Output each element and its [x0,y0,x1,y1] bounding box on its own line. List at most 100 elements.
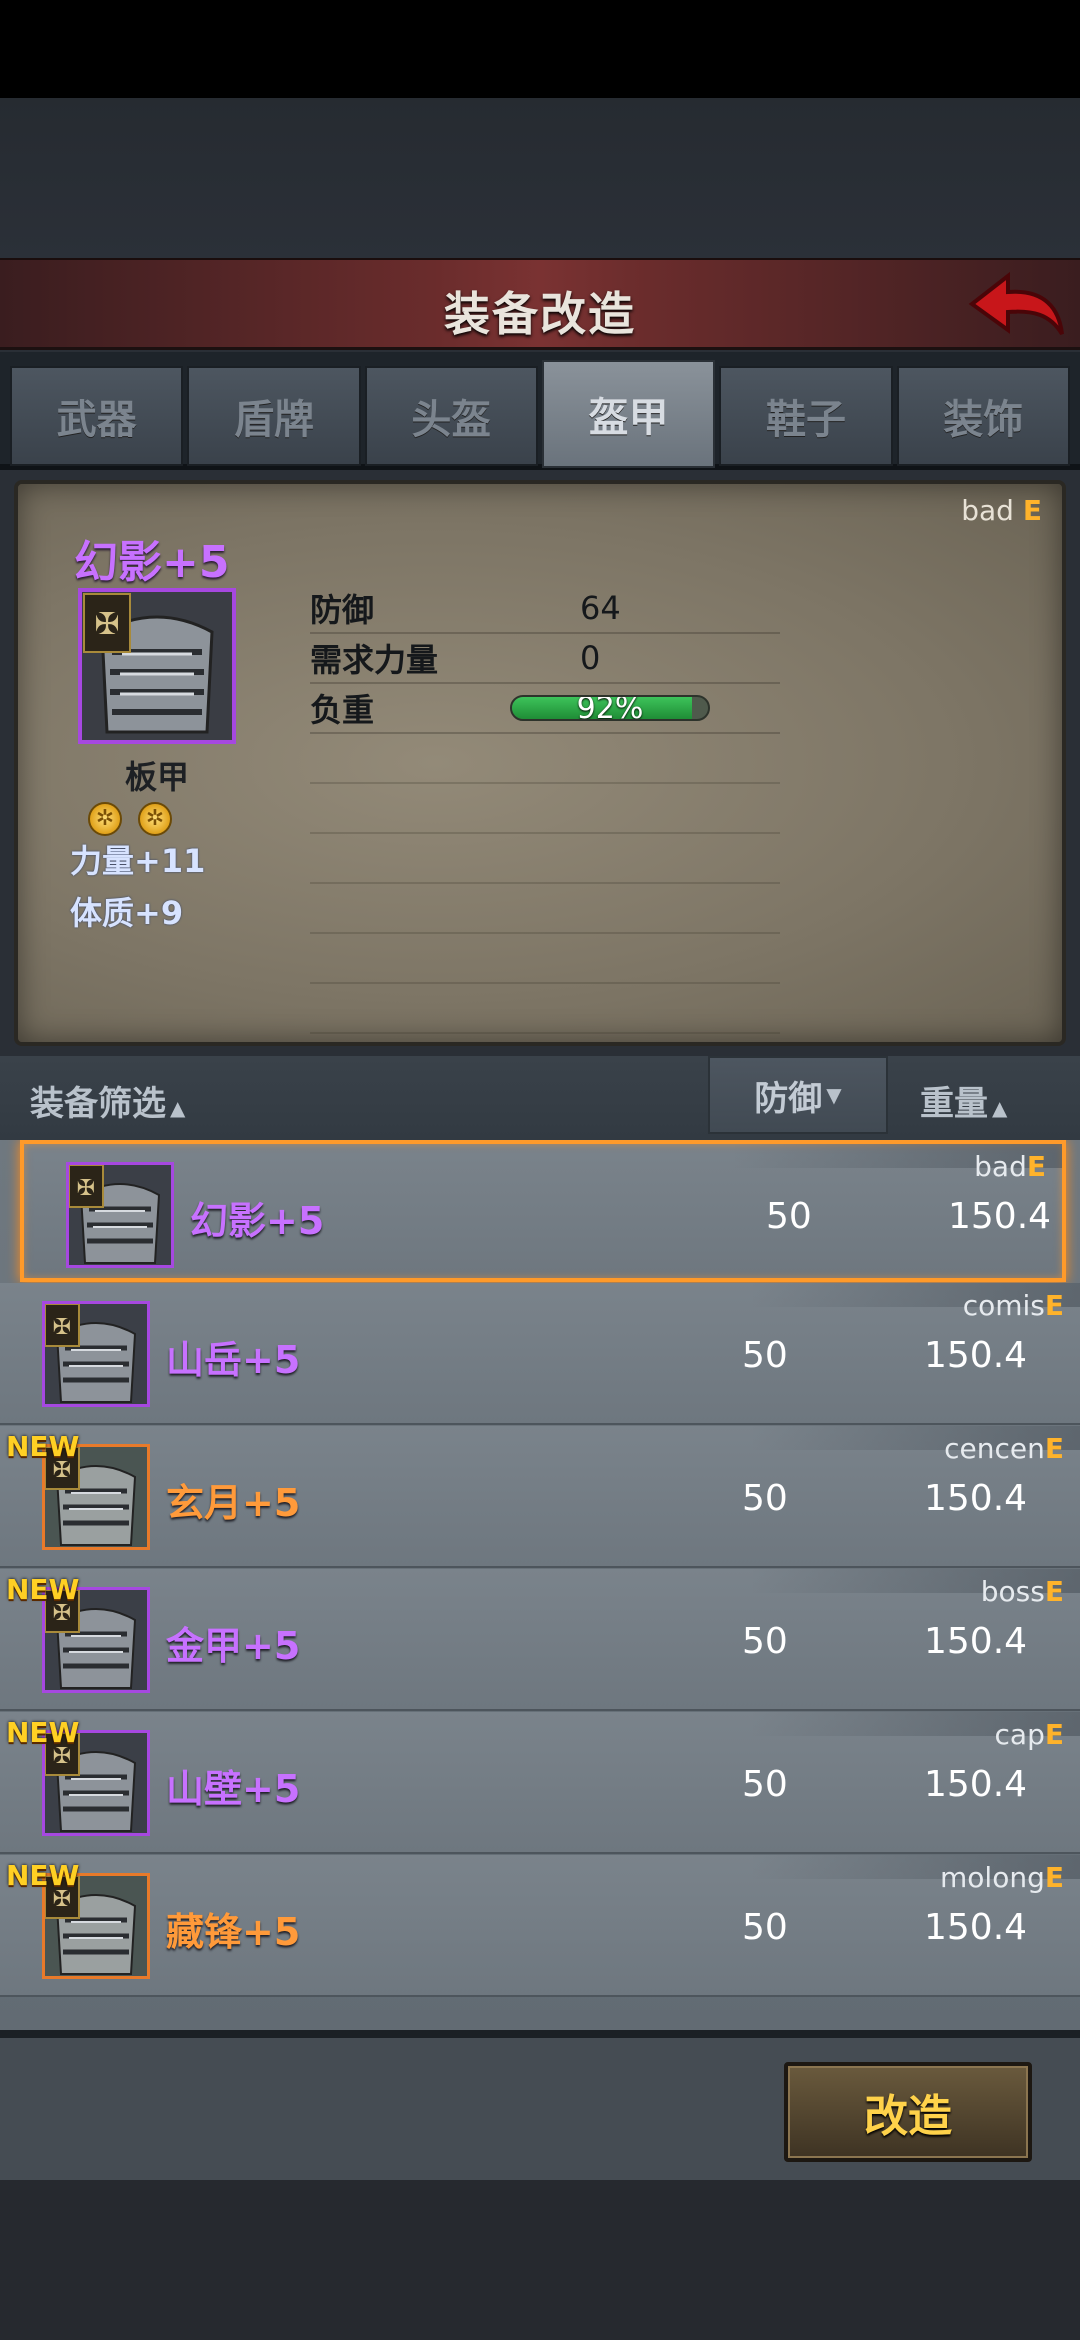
grade-letter: E [1044,1575,1064,1608]
weight-value: 150.4 [924,1621,1028,1662]
equipment-name: 玄月+5 [166,1481,301,1525]
bonus-constitution: 体质+9 [70,894,184,932]
owner-name: cencen [944,1432,1045,1465]
bottom-action-bar: 改造 [0,2030,1080,2180]
list-item[interactable]: cencenE ✠ NEW 玄月+5 50 150.4 [0,1426,1080,1568]
screen: 装备改造 武器盾牌头盔盔甲鞋子装饰 bad E 幻影+5 ✠ 板甲 力 [0,0,1080,2340]
defense-value: 50 [742,1621,788,1662]
equipment-detail-panel: bad E 幻影+5 ✠ 板甲 力量+11 体质+9 防御 64 需求力量 [14,480,1066,1046]
title-bar: 装备改造 [0,258,1080,350]
owner-grade-tag: badE [974,1150,1046,1183]
grade-letter: E [1026,1150,1046,1183]
armor-icon: ✠ [69,1165,171,1265]
armor-icon: ✠ [45,1876,147,1976]
new-badge: NEW [6,1859,80,1892]
gem-icon [88,802,122,836]
owner-grade-tag: molongE [940,1861,1064,1894]
svg-text:✠: ✠ [53,1315,71,1340]
owner-name: molong [940,1861,1045,1894]
stats-table: 防御 64 需求力量 0 负重 92% [310,584,780,734]
weight-value: 150.4 [924,1907,1028,1948]
sort-defense-button[interactable]: 防御 ▼ [708,1056,888,1134]
owner-grade-tag: comisE [963,1289,1064,1322]
weight-value: 150.4 [924,1335,1028,1376]
category-tabs: 武器 盾牌 头盔 盔甲 鞋子 装饰 [0,352,1080,470]
list-item[interactable]: bossE ✠ NEW 金甲+5 50 150.4 [0,1569,1080,1711]
new-badge: NEW [6,1573,80,1606]
tab-0[interactable]: 武器 [10,366,184,466]
bonus-strength: 力量+11 [70,842,206,880]
equipment-name: 藏锋+5 [166,1910,301,1954]
defense-value: 50 [742,1907,788,1948]
triangle-down-icon: ▼ [826,1083,842,1107]
equipment-filter-button[interactable]: 装备筛选 ▲ [30,1076,185,1125]
armor-icon: ✠ [45,1590,147,1690]
grade-letter: E [1044,1718,1064,1751]
stat-value: 64 [580,589,621,627]
load-progress-bar: 92% [510,695,710,721]
equipment-portrait: ✠ [78,588,236,744]
equipment-thumbnail: ✠ [66,1162,174,1268]
owner-name: comis [962,1289,1045,1322]
gem-icon [138,802,172,836]
owner-grade-tag: bad E [961,494,1042,527]
stat-label: 需求力量 [310,641,439,679]
owner-name: bad [961,494,1014,527]
back-button[interactable] [966,270,1066,342]
reforge-button[interactable]: 改造 [784,2062,1032,2162]
list-item[interactable]: molongE ✠ NEW 藏锋+5 50 150.4 [0,1855,1080,1997]
stat-value: 0 [580,639,601,677]
load-percent: 92% [576,695,644,721]
sort-weight-button[interactable]: 重量 ▲ [920,1076,1007,1125]
weight-value: 150.4 [924,1478,1028,1519]
owner-name: bad [974,1150,1027,1183]
list-item[interactable]: comisE ✠ 山岳+5 50 150.4 [0,1283,1080,1425]
equipment-name: 山壁+5 [166,1767,301,1811]
new-badge: NEW [6,1716,80,1749]
footer-area [0,2180,1080,2340]
page-title: 装备改造 [444,287,636,341]
list-item[interactable]: badE ✠ 幻影+5 50 150.4 [20,1140,1066,1282]
defense-value: 50 [742,1335,788,1376]
owner-grade-tag: cencenE [944,1432,1064,1465]
tab-4[interactable]: 鞋子 [719,366,893,466]
owner-name: cap [994,1718,1045,1751]
new-badge: NEW [6,1430,80,1463]
armor-icon: ✠ [45,1733,147,1833]
grade-letter: E [1044,1432,1064,1465]
defense-value: 50 [742,1764,788,1805]
grade-letter: E [1044,1289,1064,1322]
equipment-list[interactable]: badE ✠ 幻影+5 50 150.4 comisE ✠ 山岳+5 50 150.4 cencen… [0,1140,1080,2030]
equipment-thumbnail: ✠ [42,1301,150,1407]
plate-armor-icon: ✠ [82,592,232,740]
triangle-up-icon: ▲ [992,1096,1008,1120]
equipment-type: 板甲 [124,758,189,796]
equipment-name: 幻影+5 [190,1199,325,1243]
weight-value: 150.4 [924,1764,1028,1805]
defense-value: 50 [742,1478,788,1519]
ruled-lines [310,734,780,1034]
list-item[interactable]: capE ✠ NEW 山壁+5 50 150.4 [0,1712,1080,1854]
stat-defense: 防御 64 [310,584,780,634]
gem-slots [88,802,172,836]
tab-3[interactable]: 盔甲 [541,360,716,468]
armor-icon: ✠ [45,1304,147,1404]
stat-required-strength: 需求力量 0 [310,634,780,684]
tab-5[interactable]: 装饰 [896,366,1070,466]
equipment-name: 幻影+5 [74,537,230,588]
tab-1[interactable]: 盾牌 [187,366,361,466]
sort-weight-label: 重量 [920,1084,988,1124]
tab-2[interactable]: 头盔 [364,366,538,466]
owner-grade-tag: capE [995,1718,1064,1751]
svg-text:✠: ✠ [94,607,119,642]
stat-label: 防御 [310,591,375,629]
owner-grade-tag: bossE [981,1575,1064,1608]
triangle-up-icon: ▲ [170,1096,186,1120]
equipment-name: 山岳+5 [166,1338,301,1382]
grade-letter: E [1022,494,1042,527]
armor-icon: ✠ [45,1447,147,1547]
stat-load: 负重 92% [310,684,780,734]
svg-text:✠: ✠ [77,1176,95,1201]
sort-defense-label: 防御 [754,1078,823,1119]
grade-letter: E [1044,1861,1064,1894]
